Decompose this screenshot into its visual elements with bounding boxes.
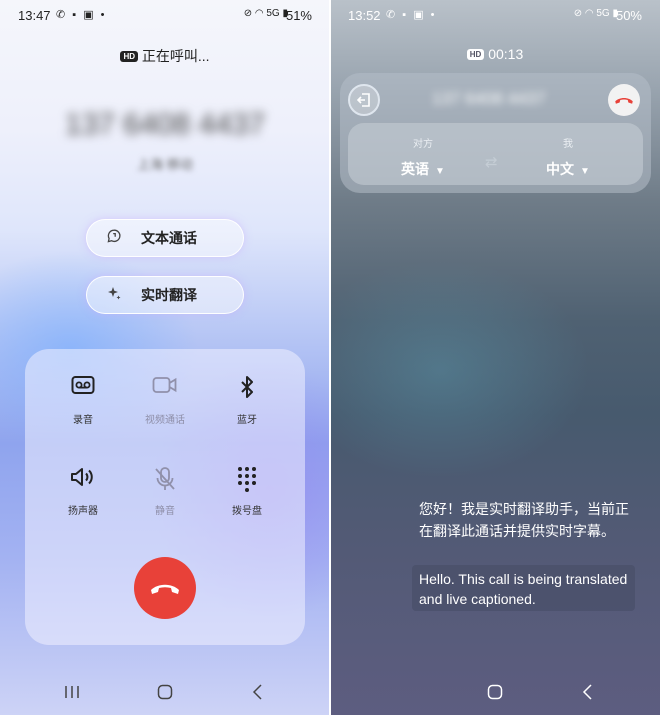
exit-translation-button[interactable] [348, 84, 380, 116]
caption-english: Hello. This call is being translated and… [412, 565, 635, 611]
speaker-label: 扬声器 [68, 506, 98, 517]
my-language[interactable]: 我 中文 ▼ [513, 135, 623, 179]
call-status: HD 正在呼叫... [0, 46, 330, 66]
mute-label: 静音 [155, 506, 175, 517]
back-icon [252, 684, 262, 700]
back-button[interactable] [238, 677, 278, 707]
other-party-language-value: 英语 [401, 161, 430, 177]
caption-chinese: 您好！我是实时翻译助手，当前正在翻译此通话并提供实时字幕。 [419, 501, 629, 539]
mic-off-icon [125, 466, 205, 498]
battery-level: 50% [615, 8, 642, 23]
record-label: 录音 [73, 415, 93, 426]
screen-divider [329, 0, 331, 715]
network-label: 5G [266, 8, 280, 19]
hd-voice-badge: HD [466, 49, 485, 60]
other-party-language[interactable]: 对方 英语 ▼ [368, 135, 478, 179]
recents-icon [65, 686, 79, 698]
keypad-label: 拨号盘 [232, 506, 262, 517]
live-translate-label: 实时翻译 [141, 287, 197, 303]
chevron-down-icon: ▼ [435, 166, 445, 177]
end-call-button[interactable] [134, 557, 196, 619]
video-call-button[interactable]: 视频通话 [125, 375, 205, 426]
bluetooth-icon [207, 375, 287, 407]
swap-languages-icon[interactable]: ⇄ [485, 153, 498, 171]
recent-apps-button[interactable] [52, 677, 92, 707]
end-call-button[interactable] [608, 84, 640, 116]
notification-icons: ✆ ▪ ▣ • [56, 9, 107, 21]
exit-icon [356, 93, 370, 107]
bluetooth-label: 蓝牙 [237, 415, 257, 426]
text-call-button[interactable]: 文本通话 [86, 219, 244, 257]
chevron-down-icon: ▼ [580, 166, 590, 177]
language-selector: 对方 英语 ▼ ⇄ 我 中文 ▼ [348, 123, 643, 185]
voicemail-icon [43, 375, 123, 407]
my-language-value: 中文 [546, 161, 575, 177]
back-icon [582, 684, 592, 700]
battery-level: 51% [285, 8, 312, 23]
hang-up-icon [151, 584, 179, 594]
network-icons: ⊘ ◠ 5G ▮ [243, 8, 288, 19]
bluetooth-button[interactable]: 蓝牙 [207, 375, 287, 426]
home-icon [157, 684, 173, 700]
mute-button[interactable]: 静音 [125, 466, 205, 517]
call-duration: 00:13 [488, 46, 524, 62]
text-call-label: 文本通话 [141, 230, 197, 246]
speaker-icon [43, 466, 123, 498]
network-label: 5G [596, 8, 610, 19]
keypad-button[interactable]: 拨号盘 [207, 466, 287, 517]
record-button[interactable]: 录音 [43, 375, 123, 426]
navigation-bar [0, 677, 330, 707]
my-caption: 我 [563, 139, 573, 150]
home-icon [487, 684, 503, 700]
navigation-bar [330, 677, 660, 707]
call-status-text: 正在呼叫... [141, 48, 210, 64]
status-bar: 13:47 ✆ ▪ ▣ • ⊘ ◠ 5G ▮ 51% [18, 8, 312, 26]
chat-bubble-icon [87, 228, 141, 248]
back-button[interactable] [568, 677, 608, 707]
translation-card: 137 6408 4437 对方 英语 ▼ ⇄ 我 中文 ▼ [340, 73, 651, 193]
sparkle-icon [87, 285, 141, 305]
status-bar: 13:52 ✆ ▪ ▣ • ⊘ ◠ 5G ▮ 50% [348, 8, 642, 26]
status-time: 13:47 [18, 8, 51, 23]
dialpad-icon [207, 466, 287, 498]
home-button[interactable] [145, 677, 185, 707]
caller-number: 137 6408 4437 [64, 108, 266, 141]
network-icons: ⊘ ◠ 5G ▮ [573, 8, 618, 19]
video-camera-icon [125, 375, 205, 407]
outgoing-call-screen: 13:47 ✆ ▪ ▣ • ⊘ ◠ 5G ▮ 51% HD 正在呼叫... 13… [0, 0, 330, 715]
call-timer: HD 00:13 [330, 46, 660, 62]
hd-voice-badge: HD [120, 51, 138, 62]
remote-number: 137 6408 4437 [432, 89, 546, 108]
status-time: 13:52 [348, 8, 381, 23]
hang-up-icon [615, 97, 633, 104]
speaker-button[interactable]: 扬声器 [43, 466, 123, 517]
home-button[interactable] [475, 677, 515, 707]
caller-location: 上海 移动 [137, 157, 193, 172]
other-party-caption: 对方 [413, 139, 433, 150]
live-translate-button[interactable]: 实时翻译 [86, 276, 244, 314]
call-controls-panel: 录音 视频通话 蓝牙 扬声器 静音 拨号盘 [25, 349, 305, 645]
video-call-label: 视频通话 [145, 415, 185, 426]
notification-icons: ✆ ▪ ▣ • [386, 9, 437, 21]
